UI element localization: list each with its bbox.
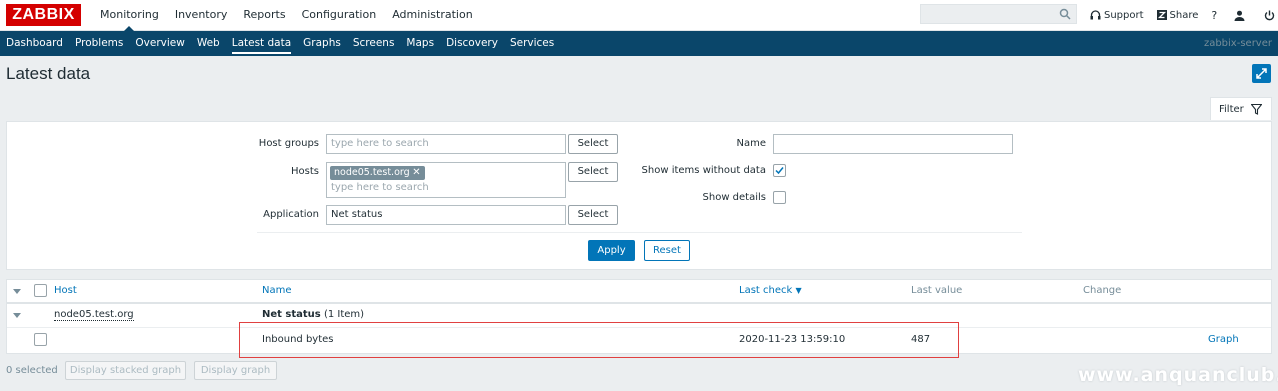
submenu-screens[interactable]: Screens <box>347 31 401 56</box>
user-profile-link[interactable] <box>1234 10 1248 21</box>
application-name: Net status <box>262 309 321 320</box>
table-header: Host Name Last check ▼ Last value Change <box>7 280 1271 304</box>
page-header: Latest data <box>0 56 1278 94</box>
collapse-all-icon[interactable] <box>13 289 21 295</box>
menu-monitoring[interactable]: Monitoring <box>92 0 167 31</box>
annotation-highlight-box <box>239 322 959 358</box>
submenu-maps[interactable]: Maps <box>400 31 440 56</box>
host-tag-label: node05.test.org <box>334 167 410 178</box>
share-z-icon <box>1156 10 1167 20</box>
support-label: Support <box>1104 9 1144 21</box>
global-search-input[interactable] <box>920 4 1077 24</box>
funnel-icon <box>1250 103 1262 115</box>
host-name[interactable]: node05.test.org <box>54 309 134 321</box>
host-groups-input[interactable]: type here to search <box>326 134 566 154</box>
name-label: Name <box>736 138 766 149</box>
hosts-label: Hosts <box>291 166 319 177</box>
select-all-checkbox[interactable] <box>34 284 47 297</box>
filter-tab[interactable]: Filter <box>1210 97 1272 120</box>
name-input[interactable] <box>773 134 1013 154</box>
filter-tab-label: Filter <box>1219 103 1244 115</box>
name-column-header[interactable]: Name <box>262 285 292 296</box>
application-label: Application <box>263 209 319 220</box>
sub-menu: Dashboard Problems Overview Web Latest d… <box>0 31 1278 56</box>
submenu-overview[interactable]: Overview <box>129 31 190 56</box>
menu-configuration[interactable]: Configuration <box>294 0 385 31</box>
remove-tag-icon[interactable]: ✕ <box>412 166 420 180</box>
submenu-graphs[interactable]: Graphs <box>297 31 347 56</box>
display-graph-button[interactable]: Display graph <box>194 361 277 380</box>
host-groups-select-button[interactable]: Select <box>568 134 618 154</box>
expand-icon <box>1256 68 1267 79</box>
support-link[interactable]: Support <box>1090 10 1144 21</box>
graph-link[interactable]: Graph <box>1208 334 1239 345</box>
menu-inventory[interactable]: Inventory <box>167 0 236 31</box>
collapse-row-icon[interactable] <box>13 313 21 319</box>
sign-out-link[interactable] <box>1264 10 1278 21</box>
application-group: Net status (1 Item) <box>262 309 364 320</box>
display-stacked-graph-button[interactable]: Display stacked graph <box>65 361 186 380</box>
server-name: zabbix-server <box>1203 38 1272 49</box>
menu-reports[interactable]: Reports <box>235 0 293 31</box>
last-check-header-label: Last check <box>739 285 793 296</box>
application-input[interactable]: Net status <box>326 205 566 225</box>
last-value-column-header: Last value <box>911 285 963 296</box>
main-menu: Monitoring Inventory Reports Configurati… <box>92 0 481 31</box>
top-bar: ZABBIX Monitoring Inventory Reports Conf… <box>0 0 1278 31</box>
power-icon <box>1265 10 1275 20</box>
headset-icon <box>1090 9 1101 19</box>
share-label: Share <box>1169 9 1199 21</box>
host-tag: node05.test.org ✕ <box>330 166 425 180</box>
menu-administration[interactable]: Administration <box>384 0 481 31</box>
show-details-label: Show details <box>702 192 766 203</box>
submenu-dashboard[interactable]: Dashboard <box>0 31 69 56</box>
submenu-latest-data[interactable]: Latest data <box>226 31 297 56</box>
hosts-search-input[interactable]: type here to search <box>331 182 429 193</box>
watermark: www.anquanclub.cn <box>1078 364 1278 386</box>
submenu-discovery[interactable]: Discovery <box>440 31 504 56</box>
submenu-web[interactable]: Web <box>191 31 226 56</box>
hosts-multiselect[interactable]: node05.test.org ✕ type here to search <box>326 162 566 198</box>
host-column-header[interactable]: Host <box>54 285 77 296</box>
user-icon <box>1234 10 1245 21</box>
show-details-checkbox[interactable] <box>773 191 786 204</box>
search-icon[interactable] <box>1059 8 1071 20</box>
show-without-data-checkbox[interactable] <box>773 164 786 177</box>
application-select-button[interactable]: Select <box>568 205 618 225</box>
reset-button[interactable]: Reset <box>644 240 690 261</box>
latest-data-table: Host Name Last check ▼ Last value Change… <box>6 279 1272 358</box>
page-title: Latest data <box>6 64 91 83</box>
fullscreen-button[interactable] <box>1252 64 1271 83</box>
filter-divider <box>257 232 1022 233</box>
row-checkbox[interactable] <box>34 333 47 346</box>
checkmark-icon <box>775 167 784 175</box>
last-check-column-header[interactable]: Last check ▼ <box>739 285 802 296</box>
share-link[interactable]: Share <box>1156 9 1199 21</box>
apply-button[interactable]: Apply <box>588 240 635 261</box>
change-column-header: Change <box>1083 285 1122 296</box>
submenu-services[interactable]: Services <box>504 31 560 56</box>
submenu-problems[interactable]: Problems <box>69 31 129 56</box>
sort-down-icon: ▼ <box>795 286 802 295</box>
top-links: Support Share ? <box>1090 0 1278 30</box>
zabbix-logo[interactable]: ZABBIX <box>6 4 81 26</box>
help-label: ? <box>1211 8 1218 22</box>
filter-panel: Host groups type here to search Select H… <box>6 121 1272 270</box>
help-link[interactable]: ? <box>1211 9 1217 22</box>
show-without-data-label: Show items without data <box>641 165 766 176</box>
selected-count: 0 selected <box>6 365 58 376</box>
host-groups-label: Host groups <box>258 138 319 149</box>
item-count: (1 Item) <box>323 309 365 320</box>
